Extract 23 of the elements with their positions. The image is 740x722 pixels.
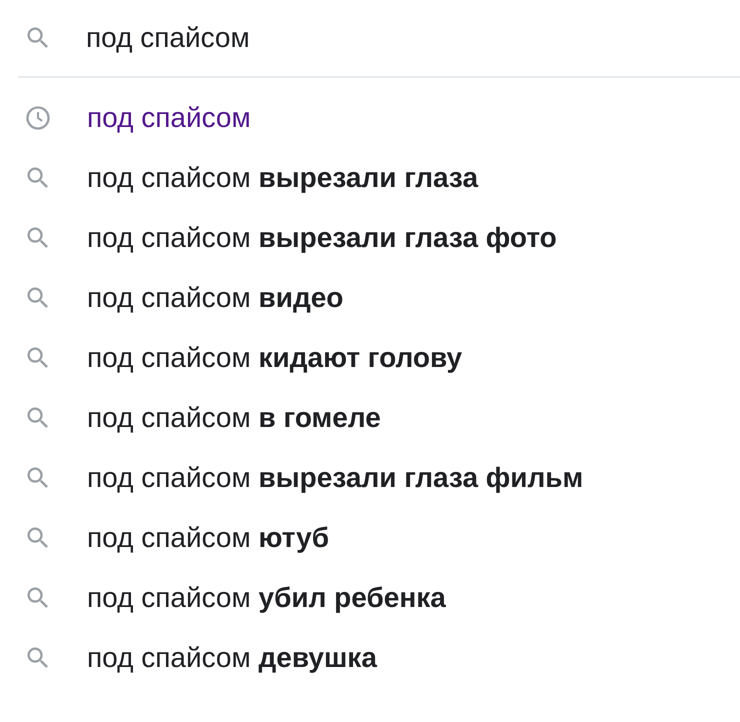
suggestion-text: под спайсом девушка xyxy=(87,641,377,675)
suggestion-item[interactable]: под спайсом вырезали глаза xyxy=(0,148,740,208)
suggestion-text: под спайсом вырезали глаза xyxy=(87,161,478,195)
suggestion-text: под спайсом вырезали глаза фото xyxy=(87,221,557,255)
suggestion-text: под спайсом вырезали глаза фильм xyxy=(87,461,584,495)
suggestion-text: под спайсом в гомеле xyxy=(87,401,381,435)
suggestion-item[interactable]: под спайсом xyxy=(0,88,740,148)
suggestion-text: под спайсом xyxy=(87,101,251,135)
suggestion-item[interactable]: под спайсом видео xyxy=(0,268,740,328)
suggestion-text: под спайсом убил ребенка xyxy=(87,581,446,615)
suggestion-text: под спайсом кидают голову xyxy=(87,341,462,375)
suggestion-item[interactable]: под спайсом девушка xyxy=(0,628,740,688)
clock-icon xyxy=(24,104,52,132)
suggestion-item[interactable]: под спайсом убил ребенка xyxy=(0,568,740,628)
suggestion-text: под спайсом ютуб xyxy=(87,521,330,555)
suggestion-item[interactable]: под спайсом ютуб xyxy=(0,508,740,568)
suggestion-item[interactable]: под спайсом вырезали глаза фильм xyxy=(0,448,740,508)
suggestion-item[interactable]: под спайсом в гомеле xyxy=(0,388,740,448)
search-field[interactable]: под спайсом xyxy=(18,0,740,78)
search-input[interactable]: под спайсом xyxy=(86,17,686,59)
suggestion-item[interactable]: под спайсом вырезали глаза фото xyxy=(0,208,740,268)
suggestion-item[interactable]: под спайсом кидают голову xyxy=(0,328,740,388)
suggestion-text: под спайсом видео xyxy=(87,281,344,315)
